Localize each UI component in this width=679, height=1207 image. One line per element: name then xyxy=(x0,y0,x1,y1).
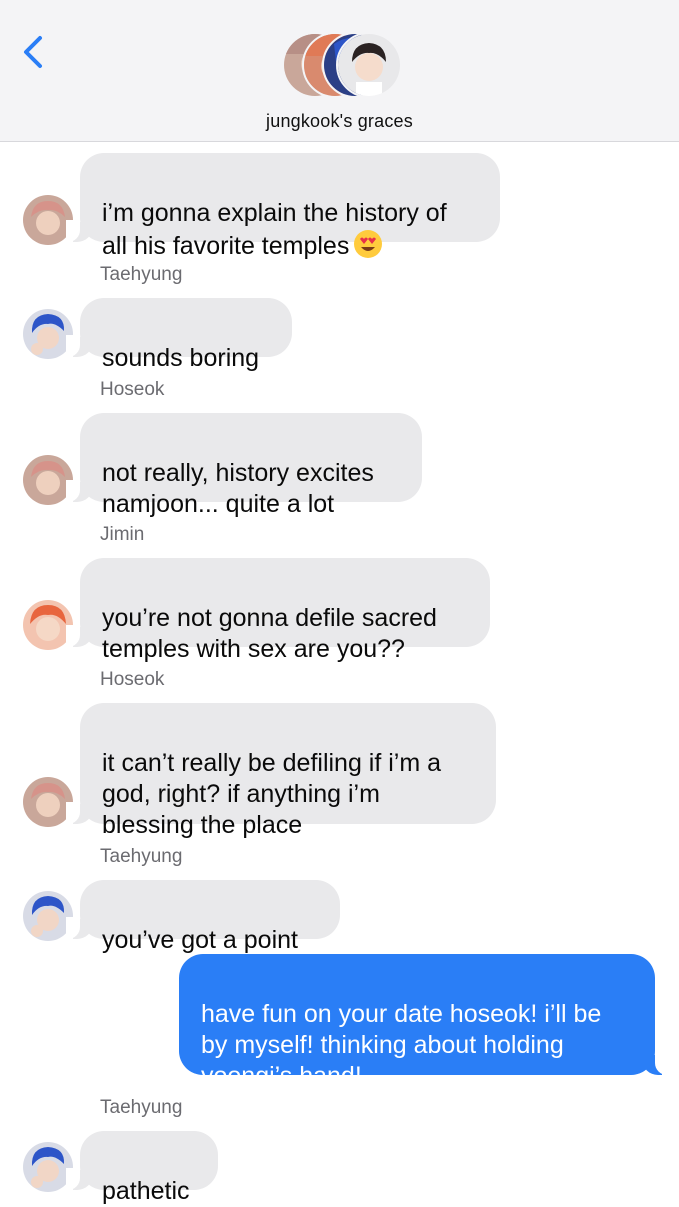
sender-label: Taehyung xyxy=(100,264,183,285)
heart-eyes-emoji-icon xyxy=(353,229,383,259)
sender-label: Taehyung xyxy=(100,846,183,867)
message-bubble[interactable]: you’ve got a point xyxy=(66,880,340,954)
sender-label: Hoseok xyxy=(100,379,165,400)
message-text: it can’t really be defiling if i’m a god… xyxy=(102,749,442,839)
avatar xyxy=(336,32,402,98)
sender-label: Hoseok xyxy=(100,669,165,690)
sender-label: Taehyung xyxy=(100,1097,183,1118)
message-text: pathetic xyxy=(102,1177,190,1205)
message-text: you’re not gonna defile sacred temples w… xyxy=(102,604,437,663)
message-bubble[interactable]: i’m gonna explain the history of all his… xyxy=(66,153,500,260)
message-text: i’m gonna explain the history of all his… xyxy=(102,199,447,260)
sender-label: Jimin xyxy=(100,524,145,545)
message-bubble[interactable]: pathetic xyxy=(66,1131,218,1205)
group-avatar-stack[interactable] xyxy=(282,32,402,102)
message-bubble[interactable]: not really, history excites namjoon... q… xyxy=(66,413,422,518)
chevron-left-icon[interactable] xyxy=(18,34,52,70)
conversation-header: jungkook's graces xyxy=(0,0,679,142)
message-text: you’ve got a point xyxy=(102,926,298,954)
group-name[interactable]: jungkook's graces xyxy=(0,111,679,132)
message-text: have fun on your date hoseok! i’ll be by… xyxy=(201,1000,602,1090)
message-bubble[interactable]: it can’t really be defiling if i’m a god… xyxy=(66,703,496,839)
outgoing-message-bubble[interactable]: have fun on your date hoseok! i’ll be by… xyxy=(179,954,669,1090)
message-text: sounds boring xyxy=(102,344,260,372)
message-bubble[interactable]: you’re not gonna defile sacred temples w… xyxy=(66,558,490,663)
message-bubble[interactable]: sounds boring xyxy=(66,298,292,372)
message-text: not really, history excites namjoon... q… xyxy=(102,459,374,518)
